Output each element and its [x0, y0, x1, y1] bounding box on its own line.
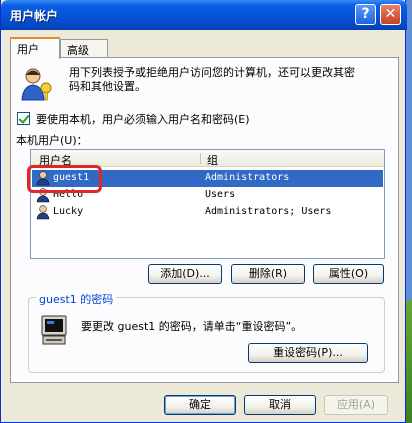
- users-keys-icon: [21, 68, 52, 101]
- window-title: 用户帐户: [10, 9, 59, 23]
- intro-line-2: 码和其他设置。: [69, 80, 146, 93]
- reset-password-button[interactable]: 重设密码(P)...: [248, 343, 368, 363]
- title-bar[interactable]: 用户帐户 ? ✕: [1, 0, 407, 30]
- require-password-checkbox[interactable]: [17, 112, 30, 125]
- row-username: Lucky: [53, 206, 84, 217]
- user-accounts-dialog: 用户帐户 ? ✕ 用户 高级 用下列表授予或拒绝用户访问您的计算机，还可以更改其…: [0, 0, 407, 423]
- close-button[interactable]: ✕: [380, 4, 401, 25]
- computer-icon: [41, 315, 67, 345]
- table-row[interactable]: Lucky Administrators; Users: [32, 204, 383, 221]
- tab-users[interactable]: 用户: [10, 37, 60, 59]
- row-group: Administrators; Users: [205, 206, 332, 217]
- user-icon: [36, 205, 50, 220]
- add-user-button[interactable]: 添加(D)...: [148, 264, 222, 284]
- annotation-highlight: [27, 165, 102, 193]
- ok-button[interactable]: 确定: [164, 395, 236, 415]
- cancel-button[interactable]: 取消: [244, 395, 316, 415]
- column-separator[interactable]: [200, 153, 201, 164]
- help-button[interactable]: ?: [355, 4, 376, 25]
- local-users-label: 本机用户(U)：: [16, 134, 88, 147]
- intro-line-1: 用下列表授予或拒绝用户访问您的计算机，还可以更改其密: [69, 66, 355, 79]
- delete-user-button[interactable]: 删除(R): [231, 264, 305, 284]
- tab-advanced[interactable]: 高级: [60, 39, 108, 58]
- row-group: Administrators: [205, 172, 290, 183]
- password-group-title: guest1 的密码: [36, 291, 117, 307]
- apply-button[interactable]: 应用(A): [324, 395, 388, 415]
- require-password-label[interactable]: 要使用本机，用户必须输入用户名和密码(E): [36, 111, 250, 127]
- column-group[interactable]: 组: [207, 152, 218, 168]
- password-instructions: 要更改 guest1 的密码，请单击“重设密码”。: [81, 320, 303, 333]
- row-group: Users: [205, 189, 236, 200]
- properties-button[interactable]: 属性(O): [313, 264, 384, 284]
- intro-text: 用下列表授予或拒绝用户访问您的计算机，还可以更改其密 码和其他设置。: [69, 66, 394, 94]
